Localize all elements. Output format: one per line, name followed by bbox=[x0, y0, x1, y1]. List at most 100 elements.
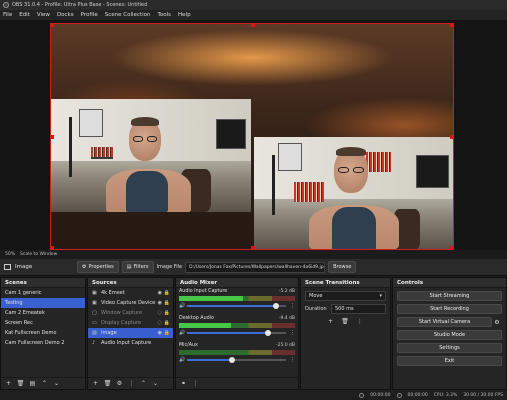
eye-closed-icon[interactable]: ◌ bbox=[158, 310, 162, 316]
volume-slider[interactable] bbox=[187, 330, 286, 336]
scene-item[interactable]: Cam Fullscreen Demo 2 bbox=[1, 338, 85, 348]
eye-icon[interactable]: ◉ bbox=[158, 300, 162, 306]
bottles bbox=[294, 182, 324, 202]
properties-button[interactable]: ⚙ Properties bbox=[77, 261, 119, 273]
add-icon[interactable]: + bbox=[4, 379, 13, 388]
transition-select[interactable]: Move ▾ bbox=[305, 291, 386, 301]
gear-icon[interactable]: ⚙ bbox=[115, 379, 124, 388]
filter-icon: ▤ bbox=[126, 264, 132, 270]
menu-dots-icon[interactable]: ⋮ bbox=[290, 303, 295, 309]
trash-icon[interactable]: 🗑 bbox=[103, 379, 112, 388]
volume-slider-knob[interactable] bbox=[228, 357, 235, 363]
menu-help[interactable]: Help bbox=[178, 12, 191, 18]
mixer-channels: Audio Input Capture -5.2 dB 🔊 ⋮ Desktop Audi… bbox=[176, 288, 298, 369]
menu-dots-icon[interactable]: ⋮ bbox=[127, 379, 136, 388]
resize-handle-top-right[interactable] bbox=[450, 24, 453, 27]
menu-tools[interactable]: Tools bbox=[157, 12, 171, 18]
scene-item[interactable]: Cam 2 Emeatek bbox=[1, 308, 85, 318]
resize-handle-right[interactable] bbox=[450, 135, 453, 139]
preview-canvas[interactable] bbox=[50, 23, 454, 250]
lock-icon[interactable]: 🔒 bbox=[164, 310, 170, 316]
status-bar: 00:00:00 00:00:00 CPU: 3.3% 30.00 / 30.0… bbox=[0, 390, 507, 400]
lamp bbox=[272, 155, 275, 215]
eye-icon[interactable]: ◉ bbox=[158, 290, 162, 296]
resize-handle-left[interactable] bbox=[51, 135, 54, 139]
menu-scene-collection[interactable]: Scene Collection bbox=[105, 12, 151, 18]
source-item[interactable]: ▣ Video Capture Device ◉ 🔒 bbox=[88, 298, 173, 308]
speaker-icon[interactable]: 🔊 bbox=[179, 330, 187, 336]
selected-source-name: Image bbox=[15, 264, 33, 270]
speaker-icon[interactable]: 🔊 bbox=[179, 303, 187, 309]
browse-button[interactable]: Browse bbox=[328, 261, 357, 273]
obs-logo-icon bbox=[3, 2, 9, 8]
volume-slider-knob[interactable] bbox=[273, 303, 280, 309]
scene-label: Cam 1 generic bbox=[5, 290, 42, 296]
start-streaming-button[interactable]: Start Streaming bbox=[397, 291, 502, 301]
lock-icon[interactable]: 🔒 bbox=[164, 290, 170, 296]
filter-icon[interactable]: ▤ bbox=[28, 379, 37, 388]
menu-docks[interactable]: Docks bbox=[57, 12, 74, 18]
duration-field[interactable]: 500 ms bbox=[331, 304, 386, 314]
scene-item[interactable]: Kat Fullscreen Demo bbox=[1, 328, 85, 338]
menu-view[interactable]: View bbox=[37, 12, 50, 18]
move-down-icon[interactable]: ⌄ bbox=[151, 379, 160, 388]
lock-icon[interactable]: 🔒 bbox=[164, 320, 170, 326]
eye-closed-icon[interactable]: ◌ bbox=[158, 320, 162, 326]
add-icon[interactable]: + bbox=[328, 318, 333, 325]
move-up-icon[interactable]: ⌃ bbox=[139, 379, 148, 388]
exit-button[interactable]: Exit bbox=[397, 356, 502, 366]
lock-icon[interactable]: 🔒 bbox=[164, 330, 170, 336]
eye-icon[interactable]: ◉ bbox=[158, 330, 162, 336]
scene-item[interactable]: Screen Rec bbox=[1, 318, 85, 328]
lock-icon[interactable]: 🔒 bbox=[164, 300, 170, 306]
menu-profile[interactable]: Profile bbox=[81, 12, 98, 18]
menu-edit[interactable]: Edit bbox=[19, 12, 30, 18]
start-virtual-camera-button[interactable]: Start Virtual Camera bbox=[397, 317, 492, 327]
scene-label: Cam 2 Emeatek bbox=[5, 310, 45, 316]
channel-db: -5.2 dB bbox=[278, 289, 295, 294]
gear-icon[interactable]: ⚙ bbox=[492, 319, 502, 326]
move-down-icon[interactable]: ⌄ bbox=[52, 379, 61, 388]
speaker-icon[interactable]: 🔊 bbox=[179, 357, 187, 363]
scene-item[interactable]: Cam 1 generic bbox=[1, 288, 85, 298]
microphone-icon: ♪ bbox=[92, 340, 96, 346]
lamp bbox=[69, 117, 72, 177]
resize-handle-top-left[interactable] bbox=[51, 24, 54, 27]
image-path-field[interactable]: D:/Users/Jonas Fox/Pictures/Wallpapers/w… bbox=[185, 261, 326, 273]
move-up-icon[interactable]: ⌃ bbox=[40, 379, 49, 388]
trash-icon[interactable]: 🗑 bbox=[341, 318, 349, 325]
menu-dots-icon[interactable]: ⋮ bbox=[357, 318, 363, 325]
source-item[interactable]: ▢ Window Capture ◌ 🔒 bbox=[88, 308, 173, 318]
transition-buttons: + 🗑 ⋮ bbox=[301, 318, 390, 325]
source-item[interactable]: ♪ Audio Input Capture bbox=[88, 338, 173, 348]
scale-mode[interactable]: Scale to Window bbox=[20, 252, 57, 257]
scene-label: Kat Fullscreen Demo bbox=[5, 330, 57, 336]
scene-label: Screen Rec bbox=[5, 320, 33, 326]
title-bar: OBS 31.0.4 - Profile: Ultra Plus Base - … bbox=[0, 0, 507, 10]
wall-screen bbox=[79, 109, 103, 137]
menu-dots-icon[interactable]: ⋮ bbox=[191, 379, 200, 388]
source-item[interactable]: ▣ 4k Emeet ◉ 🔒 bbox=[88, 288, 173, 298]
volume-slider[interactable] bbox=[187, 357, 286, 363]
studio-mode-button[interactable]: Studio Mode bbox=[397, 330, 502, 340]
camera-source-2[interactable] bbox=[254, 137, 453, 249]
trash-icon[interactable]: 🗑 bbox=[16, 379, 25, 388]
settings-button[interactable]: Settings bbox=[397, 343, 502, 353]
menu-file[interactable]: File bbox=[3, 12, 12, 18]
source-item[interactable]: ▨ Image ◉ 🔒 bbox=[88, 328, 173, 338]
scene-item[interactable]: Testing bbox=[1, 298, 85, 308]
zoom-level[interactable]: 50% bbox=[5, 252, 15, 257]
volume-slider[interactable] bbox=[187, 303, 286, 309]
volume-slider-knob[interactable] bbox=[265, 330, 272, 336]
link-icon[interactable]: ⚭ bbox=[179, 379, 188, 388]
start-recording-button[interactable]: Start Recording bbox=[397, 304, 502, 314]
preview-area[interactable] bbox=[0, 20, 507, 250]
resize-handle-top[interactable] bbox=[251, 24, 255, 27]
menu-dots-icon[interactable]: ⋮ bbox=[290, 357, 295, 363]
scenes-dock: Scenes Cam 1 generic Testing Cam 2 Emeat… bbox=[0, 277, 86, 390]
source-item[interactable]: ▭ Display Capture ◌ 🔒 bbox=[88, 318, 173, 328]
menu-dots-icon[interactable]: ⋮ bbox=[290, 330, 295, 336]
camera-source-1[interactable] bbox=[51, 99, 251, 212]
filters-button[interactable]: ▤ Filters bbox=[121, 261, 154, 273]
add-icon[interactable]: + bbox=[91, 379, 100, 388]
